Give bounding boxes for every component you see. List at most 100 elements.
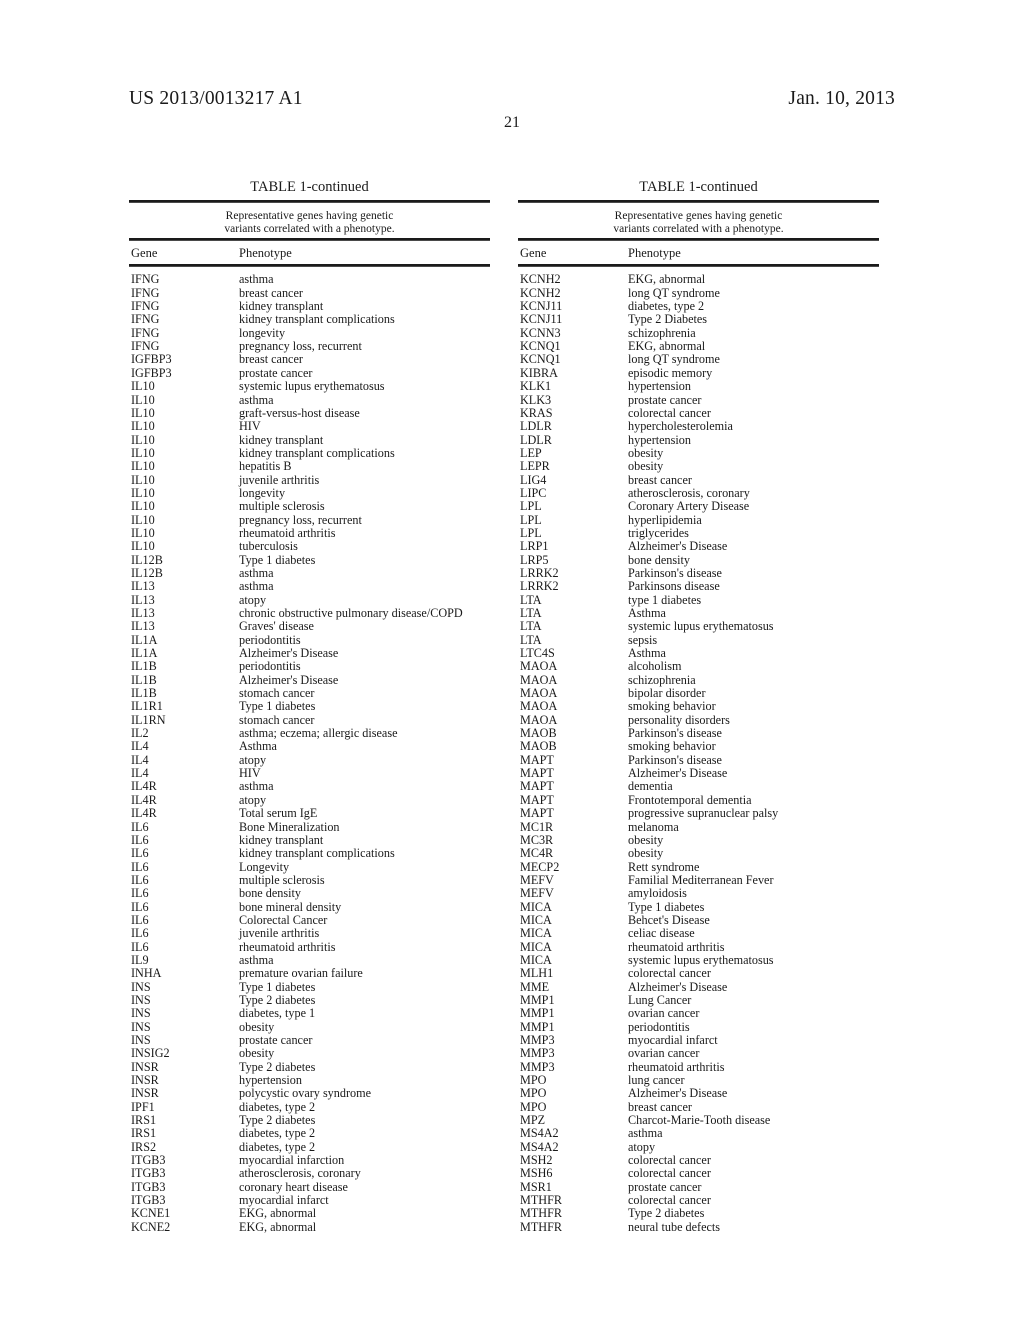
- cell-gene: IFNG: [131, 299, 160, 314]
- cell-gene: MICA: [520, 939, 552, 954]
- table-row: IL13 chronic obstructive pulmonary diseas…: [129, 606, 490, 620]
- cell-gene: IL4R: [131, 792, 157, 807]
- table-columns-container: TABLE 1-continued Representative genes h…: [0, 178, 1024, 1288]
- cell-gene: INS: [131, 979, 151, 994]
- cell-gene: LRP5: [520, 552, 549, 567]
- cell-gene: MTHFR: [520, 1219, 562, 1234]
- table-row: MTHFR colorectal cancer: [518, 1193, 879, 1207]
- table-row: IL10 kidney transplant complications: [129, 446, 490, 460]
- cell-phenotype: breast cancer: [628, 472, 692, 487]
- cell-phenotype: asthma: [239, 779, 274, 794]
- cell-gene: IL10: [131, 525, 155, 540]
- table-row: IGFBP3 prostate cancer: [129, 366, 490, 380]
- cell-gene: IL6: [131, 899, 149, 914]
- table-row: MEFV Familial Mediterranean Fever: [518, 872, 879, 887]
- cell-phenotype: asthma: [239, 565, 274, 580]
- cell-gene: MSH6: [520, 1166, 553, 1181]
- table-row: MS4A2 atopy: [518, 1140, 879, 1154]
- table-row: LTA sepsis: [518, 632, 879, 647]
- cell-phenotype: hypertension: [628, 379, 691, 394]
- cell-phenotype: hepatitis B: [239, 459, 292, 474]
- table-row: MME Alzheimer's Disease: [518, 980, 879, 994]
- cell-gene: MAOA: [520, 699, 558, 714]
- cell-phenotype: Lung Cancer: [628, 992, 692, 1007]
- table-row: IL1R1 Type 1 diabetes: [129, 699, 490, 714]
- cell-phenotype: Charcot-Marie-Tooth disease: [628, 1113, 771, 1128]
- cell-phenotype: smoking behavior: [628, 699, 716, 714]
- table-row: LRP5 bone density: [518, 552, 879, 567]
- cell-phenotype: hypertension: [239, 1073, 302, 1088]
- table-row: IL1B stomach cancer: [129, 686, 490, 701]
- cell-phenotype: EKG, abnormal: [239, 1219, 317, 1234]
- table-row: KLK1 hypertension: [518, 379, 879, 394]
- cell-gene: MMP3: [520, 1059, 555, 1074]
- cell-phenotype: Type 2 diabetes: [239, 1113, 316, 1128]
- cell-phenotype: Type 1 diabetes: [239, 699, 316, 714]
- table-row: IL2 asthma; eczema; allergic disease: [129, 726, 490, 741]
- cell-phenotype: premature ovarian failure: [239, 966, 363, 981]
- column-header-gene: Gene: [131, 246, 158, 261]
- cell-gene: MMP1: [520, 1006, 555, 1021]
- cell-gene: LIPC: [520, 485, 547, 500]
- table-row: IL10 kidney transplant: [129, 432, 490, 447]
- cell-gene: LTA: [520, 632, 542, 647]
- table-row: MICA celiac disease: [518, 926, 879, 940]
- cell-gene: ITGB3: [131, 1153, 166, 1168]
- cell-gene: IL10: [131, 419, 155, 434]
- cell-phenotype: Parkinson's disease: [628, 752, 722, 767]
- table-row: LRP1 Alzheimer's Disease: [518, 539, 879, 553]
- cell-gene: IFNG: [131, 312, 160, 327]
- cell-gene: IL4: [131, 739, 149, 754]
- cell-phenotype: colorectal cancer: [628, 1166, 711, 1181]
- cell-phenotype: Rett syndrome: [628, 859, 700, 874]
- table-row: MC4R obesity: [518, 846, 879, 860]
- table-row: MMP3 ovarian cancer: [518, 1046, 879, 1060]
- table-subcaption-line1: Representative genes having genetic: [225, 210, 394, 222]
- cell-gene: IL2: [131, 726, 149, 741]
- cell-gene: MAOB: [520, 726, 557, 741]
- cell-phenotype: sepsis: [628, 632, 658, 647]
- table-row: IL10 tuberculosis: [129, 539, 490, 554]
- table-row: IL6 kidney transplant: [129, 832, 490, 847]
- cell-gene: IL13: [131, 606, 155, 620]
- cell-gene: LTA: [520, 592, 542, 607]
- cell-gene: IL1A: [131, 646, 158, 661]
- cell-phenotype: breast cancer: [628, 1099, 692, 1114]
- cell-phenotype: myocardial infarct: [628, 1033, 718, 1047]
- table-row: MPO lung cancer: [518, 1073, 879, 1087]
- cell-gene: LRRK2: [520, 565, 559, 580]
- cell-gene: IL10: [131, 539, 155, 554]
- table-row: MTHFR neural tube defects: [518, 1219, 879, 1234]
- cell-phenotype: coronary heart disease: [239, 1179, 348, 1194]
- table-row: MMP1 Lung Cancer: [518, 992, 879, 1007]
- cell-gene: IL1B: [131, 686, 157, 701]
- cell-gene: IL4R: [131, 806, 157, 821]
- cell-gene: IFNG: [131, 285, 160, 300]
- cell-phenotype: progressive supranuclear palsy: [628, 806, 779, 821]
- table-row: MEFV amyloidosis: [518, 886, 879, 901]
- cell-gene: LTA: [520, 606, 542, 620]
- table-row: IL10 systemic lupus erythematosus: [129, 379, 490, 393]
- cell-gene: INSIG2: [131, 1046, 170, 1061]
- table-row: MAPT progressive supranuclear palsy: [518, 806, 879, 821]
- cell-gene: MEFV: [520, 886, 554, 901]
- table-row: MC1R melanoma: [518, 820, 879, 834]
- cell-gene: MEFV: [520, 872, 554, 887]
- table-row: IL4 Asthma: [129, 739, 490, 754]
- table-row: MMP3 myocardial infarct: [518, 1033, 879, 1047]
- cell-gene: MICA: [520, 952, 552, 967]
- cell-phenotype: dementia: [628, 779, 673, 794]
- cell-phenotype: juvenile arthritis: [239, 472, 320, 487]
- table-row: MAPT Parkinson's disease: [518, 752, 879, 767]
- cell-gene: IL6: [131, 832, 149, 847]
- cell-gene: LTA: [520, 619, 542, 634]
- cell-phenotype: Alzheimer's Disease: [239, 646, 339, 661]
- table-row: LIG4 breast cancer: [518, 472, 879, 487]
- cell-gene: MLH1: [520, 966, 554, 981]
- cell-gene: KCNE1: [131, 1206, 171, 1221]
- cell-phenotype: periodontitis: [628, 1019, 690, 1034]
- cell-gene: LEP: [520, 445, 542, 460]
- table-row: IL10 asthma: [129, 393, 490, 407]
- cell-phenotype: kidney transplant: [239, 432, 324, 447]
- table-row: MAPT dementia: [518, 779, 879, 794]
